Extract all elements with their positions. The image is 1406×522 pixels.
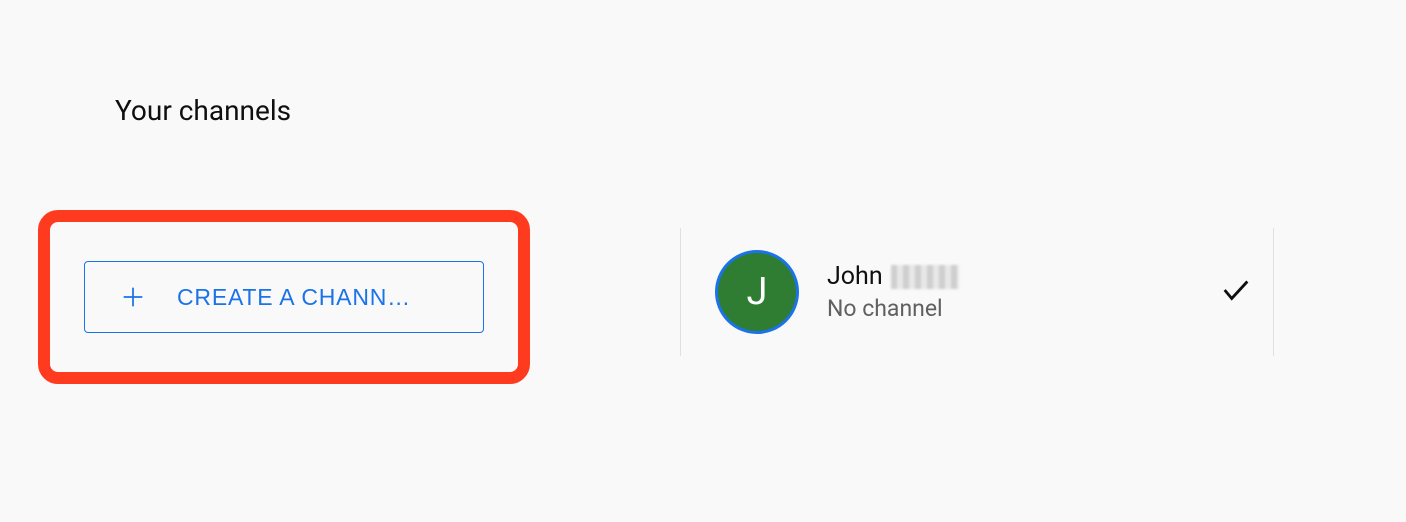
redacted-lastname xyxy=(891,265,959,289)
check-icon xyxy=(1219,273,1253,311)
create-channel-label: CREATE A CHANN… xyxy=(177,284,411,311)
account-text-block: John No channel xyxy=(827,262,1219,322)
highlight-annotation: CREATE A CHANN… xyxy=(38,210,530,384)
plus-icon xyxy=(119,283,147,311)
avatar: J xyxy=(715,250,799,334)
account-subtext: No channel xyxy=(827,295,1219,322)
account-row[interactable]: J John No channel xyxy=(680,228,1274,356)
create-channel-button[interactable]: CREATE A CHANN… xyxy=(84,261,484,333)
account-name: John xyxy=(827,262,883,291)
page-title: Your channels xyxy=(115,94,291,127)
account-name-line: John xyxy=(827,262,1219,291)
